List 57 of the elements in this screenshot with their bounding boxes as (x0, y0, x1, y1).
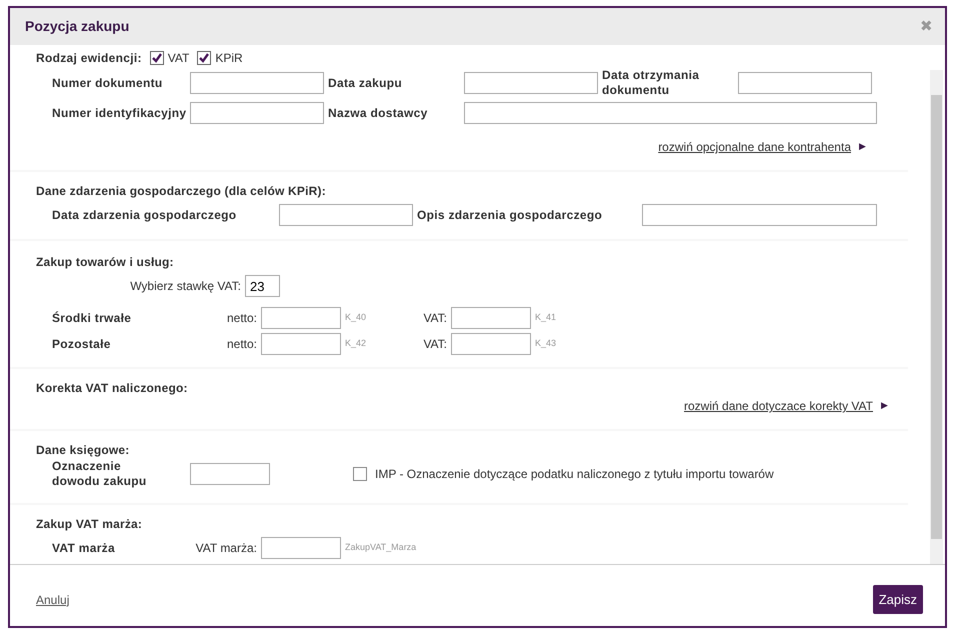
input-field[interactable] (642, 204, 877, 226)
scrollbar[interactable] (930, 70, 943, 564)
field-label: Wybierz stawkę VAT: (129, 278, 242, 295)
field-label: Data zdarzenia gospodarczego (52, 208, 238, 222)
section-title: Zakup towarów i usług: (36, 254, 175, 271)
field-label: Rodzaj ewidencji: (36, 50, 142, 66)
field-label: Data zakupu (327, 76, 403, 90)
checkbox-label: VAT (168, 50, 190, 67)
link[interactable]: rozwiń dane dotyczace korekty VAT (684, 397, 873, 415)
input-field[interactable] (190, 72, 324, 94)
checkbox[interactable] (353, 467, 367, 481)
cancel-link[interactable]: Anuluj (36, 590, 70, 608)
link[interactable]: rozwiń opcjonalne dane kontrahenta (658, 138, 851, 156)
input-field[interactable] (261, 307, 341, 329)
field-code: K_41 (534, 311, 556, 324)
section-title: Dane księgowe: (36, 442, 130, 459)
row-label: Pozostałe (52, 336, 112, 352)
field-label: VAT: (422, 310, 448, 327)
checkbox-label: KPiR (215, 50, 243, 67)
field-label: VAT: (422, 336, 448, 353)
field-label: Oznaczenie dowodu zakupu (52, 459, 148, 489)
input-field[interactable] (451, 333, 531, 355)
checkbox[interactable] (197, 51, 212, 65)
arrow-icon: ▶ (859, 140, 866, 154)
save-button[interactable]: Zapisz (872, 584, 923, 614)
row-label: Środki trwałe (52, 310, 132, 326)
input-field[interactable] (738, 72, 872, 94)
field-code: K_42 (344, 337, 368, 350)
field-label: netto: (226, 310, 258, 327)
input-field[interactable] (190, 102, 324, 124)
field-label: Nazwa dostawcy (327, 106, 429, 120)
row-label: VAT marża (52, 540, 116, 556)
field-label: Numer dokumentu (52, 76, 164, 90)
section-title: Korekta VAT naliczonego: (36, 380, 189, 397)
field-label: Data otrzymania dokumentu (601, 68, 700, 98)
input-field[interactable] (464, 102, 877, 124)
input-field[interactable] (261, 537, 341, 559)
input-field[interactable]: 23 (245, 275, 280, 297)
input-field[interactable] (190, 463, 270, 485)
section-title: Dane zdarzenia gospodarczego (dla celów KPiR): (36, 183, 327, 200)
scrollbar-thumb[interactable] (931, 95, 942, 539)
dialog-title: Pozycja zakupu (25, 17, 130, 36)
field-code: ZakupVAT_Marza (344, 541, 416, 554)
field-label: Opis zdarzenia gospodarczego (416, 208, 604, 222)
field-code: K_40 (344, 311, 368, 324)
field-label: netto: (226, 336, 258, 353)
checkbox[interactable] (150, 51, 164, 65)
field-code: K_43 (534, 337, 556, 350)
input-field[interactable] (261, 333, 341, 355)
input-field[interactable] (279, 204, 413, 226)
section-title: Zakup VAT marża: (36, 516, 144, 533)
checkbox-label: IMP - Oznaczenie dotyczące podatku naliczonego z tytułu importu towarów (375, 466, 774, 483)
field-label: VAT marża: (194, 540, 258, 557)
arrow-icon: ▶ (881, 399, 888, 413)
input-field[interactable] (451, 307, 531, 329)
input-field[interactable] (464, 72, 598, 94)
field-label: Numer identyfikacyjny (52, 106, 188, 120)
